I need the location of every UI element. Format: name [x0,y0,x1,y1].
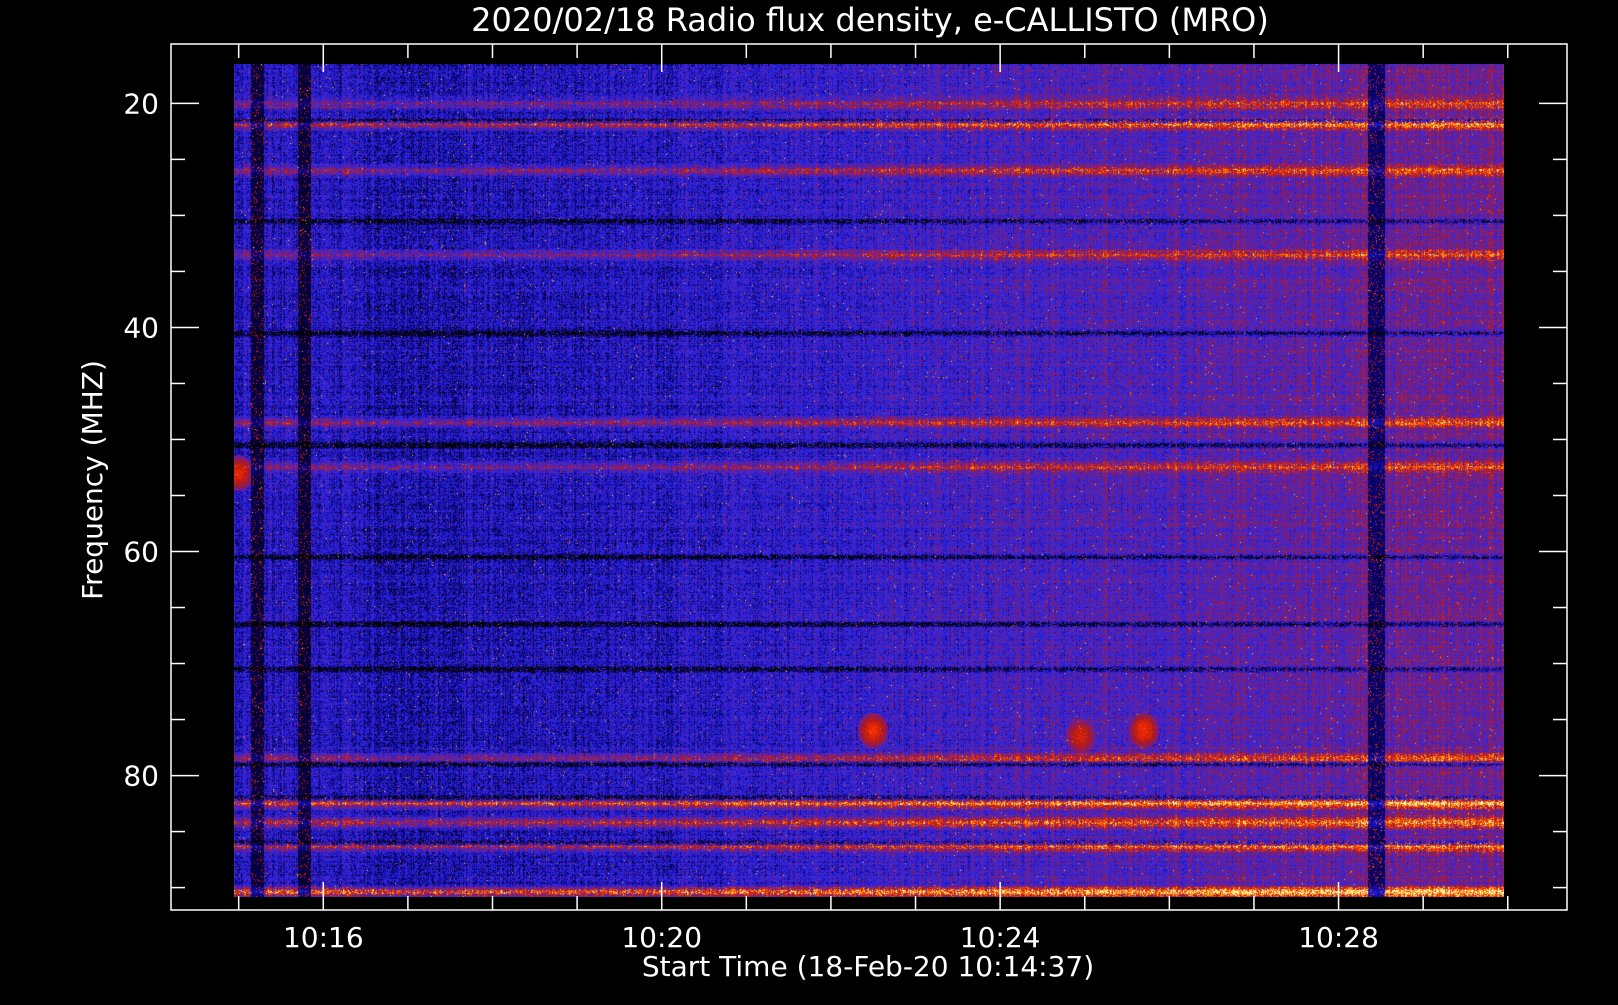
plot-area [234,64,1504,897]
y-tick-label: 60 [123,536,159,569]
spectrogram-chart: 2020/02/18 Radio flux density, e-CALLIST… [76,1,1568,983]
x-tick-label: 10:16 [283,921,364,954]
x-axis-label: Start Time (18-Feb-20 10:14:37) [642,950,1094,983]
x-tick-label: 10:28 [1298,921,1379,954]
y-tick-label: 20 [123,87,159,120]
chart-title: 2020/02/18 Radio flux density, e-CALLIST… [471,1,1269,39]
y-tick-label: 80 [123,760,159,793]
y-axis-label: Frequency (MHZ) [76,360,109,600]
spectrogram-figure: 2020/02/18 Radio flux density, e-CALLIST… [0,0,1618,1000]
y-tick-label: 40 [123,311,159,344]
spectrogram-image [234,64,1504,897]
